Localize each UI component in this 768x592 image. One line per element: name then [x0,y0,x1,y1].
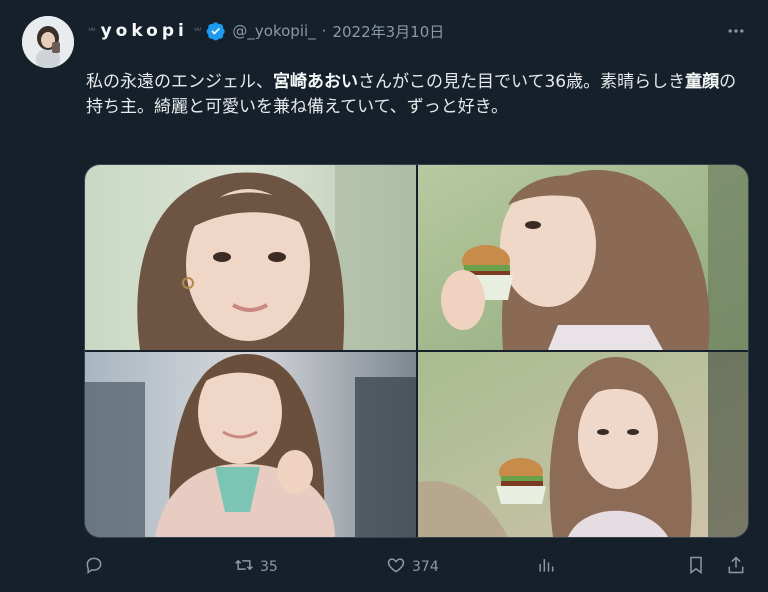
display-name[interactable]: yokopi [101,21,188,41]
retweet-button[interactable]: 35 [234,552,278,582]
like-count: 374 [412,559,439,575]
avatar[interactable] [22,16,74,68]
verified-badge-icon [206,21,226,41]
bookmark-button[interactable] [686,552,706,582]
tweet-text-part: さんがこの見た目でいて36歳。素晴らしき [358,72,686,92]
retweet-count: 35 [260,559,278,575]
action-bar: 35 374 [84,552,750,582]
heart-icon [386,555,406,579]
reply-icon [84,555,104,579]
photo-2[interactable] [418,165,748,350]
share-icon [726,555,746,579]
like-button[interactable]: 374 [386,552,439,582]
photo-1[interactable] [85,165,416,350]
reply-button[interactable] [84,552,110,582]
media-grid [84,164,749,538]
photo-4[interactable] [418,352,748,537]
tweet-date[interactable]: 2022年3月10日 [332,21,444,42]
tweet-text: 私の永遠のエンジェル、宮崎あおいさんがこの見た目でいて36歳。素晴らしき童顔の持… [86,70,746,120]
tweet: ᐡᐡ yokopi ᐡᐡ @_yokopii_ · 2022年3月10日 私の永… [0,0,768,592]
tweet-header: ᐡᐡ yokopi ᐡᐡ @_yokopii_ · 2022年3月10日 [88,18,444,44]
name-decoration-left: ᐡᐡ [88,24,96,38]
tweet-text-part: 私の永遠のエンジェル、 [86,72,273,92]
separator-dot: · [321,22,327,40]
photo-3[interactable] [85,352,416,537]
views-icon [536,555,556,579]
tweet-text-bold: 童顔 [685,72,720,92]
share-button[interactable] [726,552,746,582]
tweet-text-bold: 宮崎あおい [273,72,358,92]
retweet-icon [234,555,254,579]
user-handle[interactable]: @_yokopii_ [232,22,315,40]
more-icon[interactable] [724,19,748,43]
views-button[interactable] [536,552,562,582]
bookmark-icon [686,555,706,579]
name-decoration-right: ᐡᐡ [193,24,202,38]
